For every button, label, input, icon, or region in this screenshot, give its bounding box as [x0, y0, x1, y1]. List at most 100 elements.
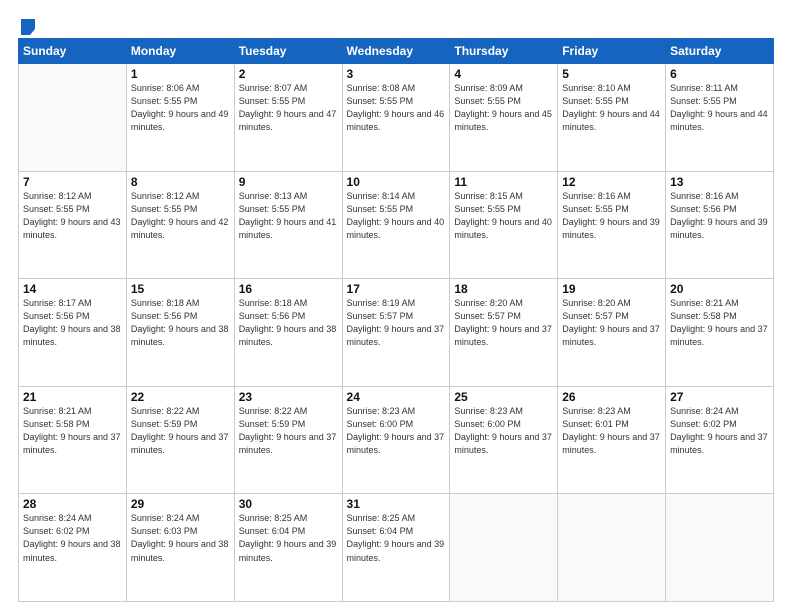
header	[18, 18, 774, 30]
day-number: 10	[347, 175, 446, 189]
day-info: Sunrise: 8:20 AM Sunset: 5:57 PM Dayligh…	[562, 297, 661, 349]
calendar-cell	[450, 494, 558, 602]
day-number: 18	[454, 282, 553, 296]
calendar-cell: 28Sunrise: 8:24 AM Sunset: 6:02 PM Dayli…	[19, 494, 127, 602]
day-number: 31	[347, 497, 446, 511]
calendar-cell: 5Sunrise: 8:10 AM Sunset: 5:55 PM Daylig…	[558, 64, 666, 172]
day-info: Sunrise: 8:25 AM Sunset: 6:04 PM Dayligh…	[347, 512, 446, 564]
calendar-cell: 6Sunrise: 8:11 AM Sunset: 5:55 PM Daylig…	[666, 64, 774, 172]
day-number: 22	[131, 390, 230, 404]
day-number: 8	[131, 175, 230, 189]
calendar-cell: 11Sunrise: 8:15 AM Sunset: 5:55 PM Dayli…	[450, 171, 558, 279]
logo-icon	[19, 18, 37, 36]
calendar-cell: 18Sunrise: 8:20 AM Sunset: 5:57 PM Dayli…	[450, 279, 558, 387]
day-number: 19	[562, 282, 661, 296]
day-info: Sunrise: 8:21 AM Sunset: 5:58 PM Dayligh…	[670, 297, 769, 349]
calendar-cell: 27Sunrise: 8:24 AM Sunset: 6:02 PM Dayli…	[666, 386, 774, 494]
week-row-3: 14Sunrise: 8:17 AM Sunset: 5:56 PM Dayli…	[19, 279, 774, 387]
day-number: 14	[23, 282, 122, 296]
calendar-cell: 13Sunrise: 8:16 AM Sunset: 5:56 PM Dayli…	[666, 171, 774, 279]
weekday-header-monday: Monday	[126, 39, 234, 64]
day-number: 12	[562, 175, 661, 189]
weekday-header-tuesday: Tuesday	[234, 39, 342, 64]
calendar-cell: 10Sunrise: 8:14 AM Sunset: 5:55 PM Dayli…	[342, 171, 450, 279]
calendar-cell: 3Sunrise: 8:08 AM Sunset: 5:55 PM Daylig…	[342, 64, 450, 172]
page: SundayMondayTuesdayWednesdayThursdayFrid…	[0, 0, 792, 612]
day-number: 2	[239, 67, 338, 81]
day-number: 7	[23, 175, 122, 189]
day-info: Sunrise: 8:22 AM Sunset: 5:59 PM Dayligh…	[131, 405, 230, 457]
calendar-cell: 17Sunrise: 8:19 AM Sunset: 5:57 PM Dayli…	[342, 279, 450, 387]
weekday-header-wednesday: Wednesday	[342, 39, 450, 64]
day-number: 11	[454, 175, 553, 189]
calendar-cell	[666, 494, 774, 602]
day-info: Sunrise: 8:17 AM Sunset: 5:56 PM Dayligh…	[23, 297, 122, 349]
day-info: Sunrise: 8:23 AM Sunset: 6:00 PM Dayligh…	[454, 405, 553, 457]
calendar-cell	[19, 64, 127, 172]
day-info: Sunrise: 8:08 AM Sunset: 5:55 PM Dayligh…	[347, 82, 446, 134]
calendar-cell: 14Sunrise: 8:17 AM Sunset: 5:56 PM Dayli…	[19, 279, 127, 387]
weekday-header-row: SundayMondayTuesdayWednesdayThursdayFrid…	[19, 39, 774, 64]
calendar-table: SundayMondayTuesdayWednesdayThursdayFrid…	[18, 38, 774, 602]
calendar-cell: 1Sunrise: 8:06 AM Sunset: 5:55 PM Daylig…	[126, 64, 234, 172]
weekday-header-saturday: Saturday	[666, 39, 774, 64]
day-number: 28	[23, 497, 122, 511]
day-number: 15	[131, 282, 230, 296]
day-number: 24	[347, 390, 446, 404]
day-number: 21	[23, 390, 122, 404]
calendar-cell: 20Sunrise: 8:21 AM Sunset: 5:58 PM Dayli…	[666, 279, 774, 387]
day-info: Sunrise: 8:09 AM Sunset: 5:55 PM Dayligh…	[454, 82, 553, 134]
calendar-cell: 24Sunrise: 8:23 AM Sunset: 6:00 PM Dayli…	[342, 386, 450, 494]
day-info: Sunrise: 8:22 AM Sunset: 5:59 PM Dayligh…	[239, 405, 338, 457]
day-number: 25	[454, 390, 553, 404]
calendar-cell: 9Sunrise: 8:13 AM Sunset: 5:55 PM Daylig…	[234, 171, 342, 279]
weekday-header-thursday: Thursday	[450, 39, 558, 64]
day-number: 5	[562, 67, 661, 81]
day-info: Sunrise: 8:16 AM Sunset: 5:56 PM Dayligh…	[670, 190, 769, 242]
day-info: Sunrise: 8:18 AM Sunset: 5:56 PM Dayligh…	[131, 297, 230, 349]
day-number: 23	[239, 390, 338, 404]
day-number: 1	[131, 67, 230, 81]
calendar-cell: 15Sunrise: 8:18 AM Sunset: 5:56 PM Dayli…	[126, 279, 234, 387]
day-number: 27	[670, 390, 769, 404]
calendar-cell: 8Sunrise: 8:12 AM Sunset: 5:55 PM Daylig…	[126, 171, 234, 279]
day-info: Sunrise: 8:21 AM Sunset: 5:58 PM Dayligh…	[23, 405, 122, 457]
day-info: Sunrise: 8:16 AM Sunset: 5:55 PM Dayligh…	[562, 190, 661, 242]
calendar-cell: 29Sunrise: 8:24 AM Sunset: 6:03 PM Dayli…	[126, 494, 234, 602]
calendar-cell: 16Sunrise: 8:18 AM Sunset: 5:56 PM Dayli…	[234, 279, 342, 387]
day-number: 9	[239, 175, 338, 189]
day-info: Sunrise: 8:14 AM Sunset: 5:55 PM Dayligh…	[347, 190, 446, 242]
day-number: 6	[670, 67, 769, 81]
day-info: Sunrise: 8:07 AM Sunset: 5:55 PM Dayligh…	[239, 82, 338, 134]
day-number: 20	[670, 282, 769, 296]
day-info: Sunrise: 8:19 AM Sunset: 5:57 PM Dayligh…	[347, 297, 446, 349]
day-number: 4	[454, 67, 553, 81]
weekday-header-sunday: Sunday	[19, 39, 127, 64]
day-info: Sunrise: 8:10 AM Sunset: 5:55 PM Dayligh…	[562, 82, 661, 134]
day-info: Sunrise: 8:23 AM Sunset: 6:00 PM Dayligh…	[347, 405, 446, 457]
day-info: Sunrise: 8:24 AM Sunset: 6:02 PM Dayligh…	[670, 405, 769, 457]
day-number: 26	[562, 390, 661, 404]
week-row-2: 7Sunrise: 8:12 AM Sunset: 5:55 PM Daylig…	[19, 171, 774, 279]
calendar-cell: 26Sunrise: 8:23 AM Sunset: 6:01 PM Dayli…	[558, 386, 666, 494]
calendar-cell: 12Sunrise: 8:16 AM Sunset: 5:55 PM Dayli…	[558, 171, 666, 279]
day-info: Sunrise: 8:15 AM Sunset: 5:55 PM Dayligh…	[454, 190, 553, 242]
day-number: 29	[131, 497, 230, 511]
day-info: Sunrise: 8:18 AM Sunset: 5:56 PM Dayligh…	[239, 297, 338, 349]
day-info: Sunrise: 8:24 AM Sunset: 6:03 PM Dayligh…	[131, 512, 230, 564]
calendar-cell: 4Sunrise: 8:09 AM Sunset: 5:55 PM Daylig…	[450, 64, 558, 172]
calendar-cell: 7Sunrise: 8:12 AM Sunset: 5:55 PM Daylig…	[19, 171, 127, 279]
calendar-cell: 30Sunrise: 8:25 AM Sunset: 6:04 PM Dayli…	[234, 494, 342, 602]
day-number: 13	[670, 175, 769, 189]
day-number: 16	[239, 282, 338, 296]
logo	[18, 18, 38, 30]
calendar-cell: 25Sunrise: 8:23 AM Sunset: 6:00 PM Dayli…	[450, 386, 558, 494]
week-row-1: 1Sunrise: 8:06 AM Sunset: 5:55 PM Daylig…	[19, 64, 774, 172]
day-info: Sunrise: 8:25 AM Sunset: 6:04 PM Dayligh…	[239, 512, 338, 564]
day-info: Sunrise: 8:24 AM Sunset: 6:02 PM Dayligh…	[23, 512, 122, 564]
day-info: Sunrise: 8:23 AM Sunset: 6:01 PM Dayligh…	[562, 405, 661, 457]
day-info: Sunrise: 8:20 AM Sunset: 5:57 PM Dayligh…	[454, 297, 553, 349]
day-info: Sunrise: 8:12 AM Sunset: 5:55 PM Dayligh…	[23, 190, 122, 242]
calendar-cell: 2Sunrise: 8:07 AM Sunset: 5:55 PM Daylig…	[234, 64, 342, 172]
week-row-4: 21Sunrise: 8:21 AM Sunset: 5:58 PM Dayli…	[19, 386, 774, 494]
